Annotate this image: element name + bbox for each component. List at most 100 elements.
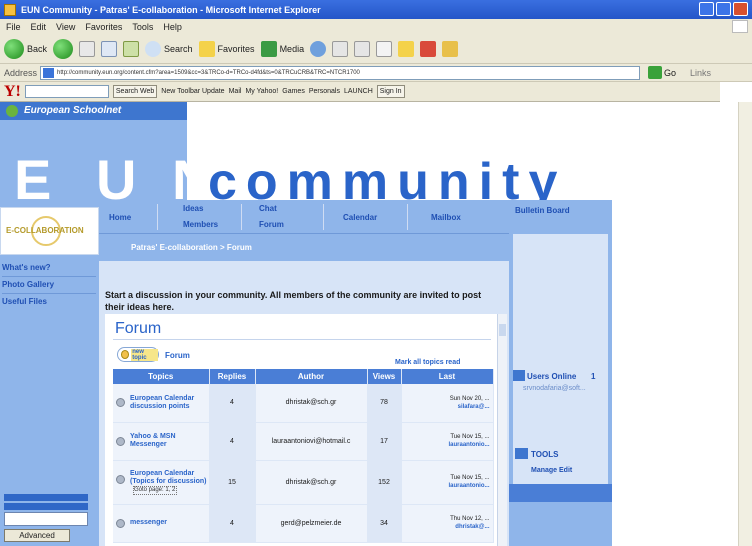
nav-photo-gallery[interactable]: Photo Gallery [2,280,96,290]
stop-icon[interactable] [79,40,96,57]
left-search-box: Advanced [4,494,88,542]
right-bottom-strip [509,484,612,502]
yahoo-games[interactable]: Games [282,88,305,95]
minimize-button[interactable] [699,2,714,16]
nav-forum[interactable]: Forum [259,220,284,229]
yahoo-personals[interactable]: Personals [309,88,340,95]
last-post-author[interactable]: dhristak@... [402,523,489,531]
divider [2,276,96,277]
col-last[interactable]: Last [401,369,494,384]
online-user-link[interactable]: srvnodafaria@soft... [523,385,586,392]
menu-file[interactable]: File [6,22,21,32]
yahoo-launch[interactable]: LAUNCH [344,88,373,95]
mail-icon[interactable] [332,40,349,57]
topic-link[interactable]: Yahoo & MSN Messenger [130,433,209,449]
edit-icon[interactable] [376,40,393,57]
menu-view[interactable]: View [56,22,75,32]
views-cell: 152 [367,460,402,505]
nav-mailbox[interactable]: Mailbox [431,213,461,222]
left-link-1[interactable] [4,494,88,501]
menubar: File Edit View Favorites Tools Help [0,19,752,34]
author-cell[interactable]: dhristak@sch.gr [255,384,368,423]
page-scrollbar[interactable] [738,102,752,546]
print-icon[interactable] [354,40,371,57]
address-label: Address [4,67,38,78]
nav-useful-files[interactable]: Useful Files [2,297,96,307]
goto-page-link[interactable]: Goto page: 1, 2 [133,485,177,495]
left-link-2[interactable] [4,503,88,510]
manage-link[interactable]: Manage Edit [531,466,581,475]
org-name[interactable]: European Schoolnet [0,102,187,120]
research-icon[interactable] [442,40,459,57]
yahoo-mail[interactable]: Mail [229,88,242,95]
close-button[interactable] [733,2,748,16]
nav-chat[interactable]: Chat [259,204,277,213]
topic-status-icon [116,436,125,446]
schoolnet-logo-icon [6,105,18,117]
maximize-button[interactable] [716,2,731,16]
new-topic-button[interactable]: new topic [117,347,159,362]
col-replies[interactable]: Replies [209,369,256,384]
go-button[interactable]: Go [648,66,676,79]
forum-box: Forum new topic Forum Mark all topics re… [105,314,497,546]
web-page: European Schoolnet E U N community E-COL… [0,102,738,546]
nav-members[interactable]: Members [183,220,218,229]
forward-button[interactable] [53,38,74,59]
yahoo-search-web-button[interactable]: Search Web [112,85,158,98]
divider [2,293,96,294]
yahoo-logo[interactable]: Y! [4,83,21,101]
favorites-button[interactable]: Favorites [198,40,255,57]
topic-status-icon [116,518,125,528]
messenger-icon[interactable] [420,40,437,57]
left-search-input[interactable] [4,512,88,526]
yahoo-toolbar-update[interactable]: New Toolbar Update [161,88,224,95]
last-post-author[interactable]: lauraantonio... [402,482,489,490]
banner-letter-e: E [14,148,52,211]
menu-tools[interactable]: Tools [132,22,153,32]
mark-all-read-link[interactable]: Mark all topics read [395,359,460,366]
topic-link[interactable]: European Calendar (Topics for discussion… [130,470,209,486]
col-topics[interactable]: Topics [113,369,210,384]
last-post-cell: Thu Nov 12, ... dhristak@... [401,504,494,543]
advanced-button[interactable]: Advanced [4,529,70,542]
col-views[interactable]: Views [367,369,402,384]
search-button[interactable]: Search [145,40,193,57]
links-button[interactable]: Links [690,68,711,78]
col-author[interactable]: Author [255,369,368,384]
media-button[interactable]: Media [260,40,304,57]
topics-table: Topics Replies Author Views Last Europea… [113,369,494,543]
forum-scrollbar[interactable] [497,314,507,546]
folder-icon[interactable] [398,40,415,57]
history-icon[interactable] [310,40,327,57]
back-button[interactable]: Back [4,38,47,59]
menu-favorites[interactable]: Favorites [85,22,122,32]
table-row: Yahoo & MSN Messenger 4 lauraantoniovi@h… [113,422,494,461]
go-arrow-icon [648,66,663,79]
nav-ideas[interactable]: Ideas [183,204,203,213]
refresh-icon[interactable] [101,40,118,57]
nav-calendar[interactable]: Calendar [343,213,377,222]
nav-whats-new[interactable]: What's new? [2,263,96,273]
scrollbar-thumb[interactable] [499,324,506,336]
menu-help[interactable]: Help [163,22,182,32]
community-logo[interactable]: E-COLLABORATION [0,207,99,255]
last-post-author[interactable]: lauraantonio... [402,441,489,449]
topic-link[interactable]: messenger [130,519,209,527]
bulletin-board-link[interactable]: Bulletin Board [515,206,571,216]
author-cell[interactable]: gerd@pelzmeier.de [255,504,368,543]
table-row: European Calendar discussion points 4 dh… [113,384,494,423]
url-field[interactable]: http://community.eun.org/content.cfm?are… [40,65,641,80]
yahoo-search-input[interactable] [24,85,109,98]
home-icon[interactable] [123,40,140,57]
yahoo-my-yahoo[interactable]: My Yahoo! [245,88,278,95]
yahoo-sign-in-button[interactable]: Sign In [376,85,405,98]
author-cell[interactable]: dhristak@sch.gr [255,460,368,505]
forum-breadcrumb-link[interactable]: Forum [165,351,190,360]
nav-home[interactable]: Home [109,213,131,222]
menu-edit[interactable]: Edit [31,22,47,32]
author-cell[interactable]: lauraantoniovi@hotmail.c [255,422,368,461]
topic-link[interactable]: European Calendar discussion points [130,395,209,411]
standard-toolbar: Back Search Favorites Media [0,34,752,64]
last-post-cell: Sun Nov 20, ... silafara@... [401,384,494,423]
last-post-author[interactable]: silafara@... [402,403,490,411]
